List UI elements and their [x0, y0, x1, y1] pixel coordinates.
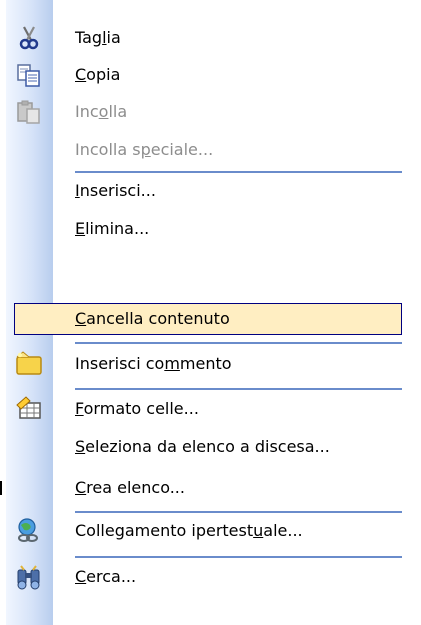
menu-item-paste-special[interactable]: Incolla speciale...	[14, 134, 402, 166]
menu-item-label: Formato celle...	[75, 399, 199, 418]
menu-item-format-cells[interactable]: Formato celle...	[14, 393, 402, 425]
menu-item-label: Incolla	[75, 102, 128, 121]
menu-item-delete[interactable]: Elimina...	[14, 213, 402, 245]
menu-item-label: Inserisci...	[75, 181, 156, 200]
menu-item-label: Seleziona da elenco a discesa...	[75, 437, 330, 456]
menu-item-copy[interactable]: Copia	[14, 59, 402, 91]
menu-item-search[interactable]: Cerca...	[14, 561, 402, 593]
copy-icon	[14, 60, 44, 90]
menu-separator	[75, 556, 402, 558]
menu-item-label: Cancella contenuto	[75, 309, 230, 328]
left-edge-mark	[0, 481, 2, 495]
format-cells-icon	[14, 394, 44, 424]
menu-item-paste[interactable]: Incolla	[14, 96, 402, 128]
menu-item-label: Copia	[75, 65, 121, 84]
menu-item-clear-contents[interactable]: Cancella contenuto	[14, 303, 402, 335]
menu-separator	[75, 511, 402, 513]
menu-item-pick-from-list[interactable]: Seleziona da elenco a discesa...	[14, 431, 402, 463]
menu-item-label: Taglia	[75, 28, 121, 47]
comment-icon	[14, 349, 44, 379]
menu-item-label: Inserisci commento	[75, 354, 232, 373]
menu-item-label: Cerca...	[75, 567, 137, 586]
menu-item-label: Elimina...	[75, 219, 150, 238]
menu-separator	[75, 171, 402, 173]
paste-icon	[14, 97, 44, 127]
menu-item-cut[interactable]: Taglia	[14, 22, 402, 54]
menu-item-label: Incolla speciale...	[75, 140, 214, 159]
menu-separator	[75, 342, 402, 344]
menu-item-insert[interactable]: Inserisci...	[14, 175, 402, 207]
search-icon	[14, 562, 44, 592]
menu-item-label: Collegamento ipertestuale...	[75, 521, 303, 540]
menu-item-label: Crea elenco...	[75, 478, 185, 497]
hyperlink-icon	[14, 516, 44, 546]
menu-item-create-list[interactable]: Crea elenco...	[14, 472, 402, 504]
menu-separator	[75, 388, 402, 390]
menu-item-hyperlink[interactable]: Collegamento ipertestuale...	[14, 515, 402, 547]
scissors-icon	[14, 23, 44, 53]
context-menu: Taglia Copia Incolla Incolla speciale...…	[0, 0, 421, 625]
menu-item-insert-comment[interactable]: Inserisci commento	[14, 348, 402, 380]
